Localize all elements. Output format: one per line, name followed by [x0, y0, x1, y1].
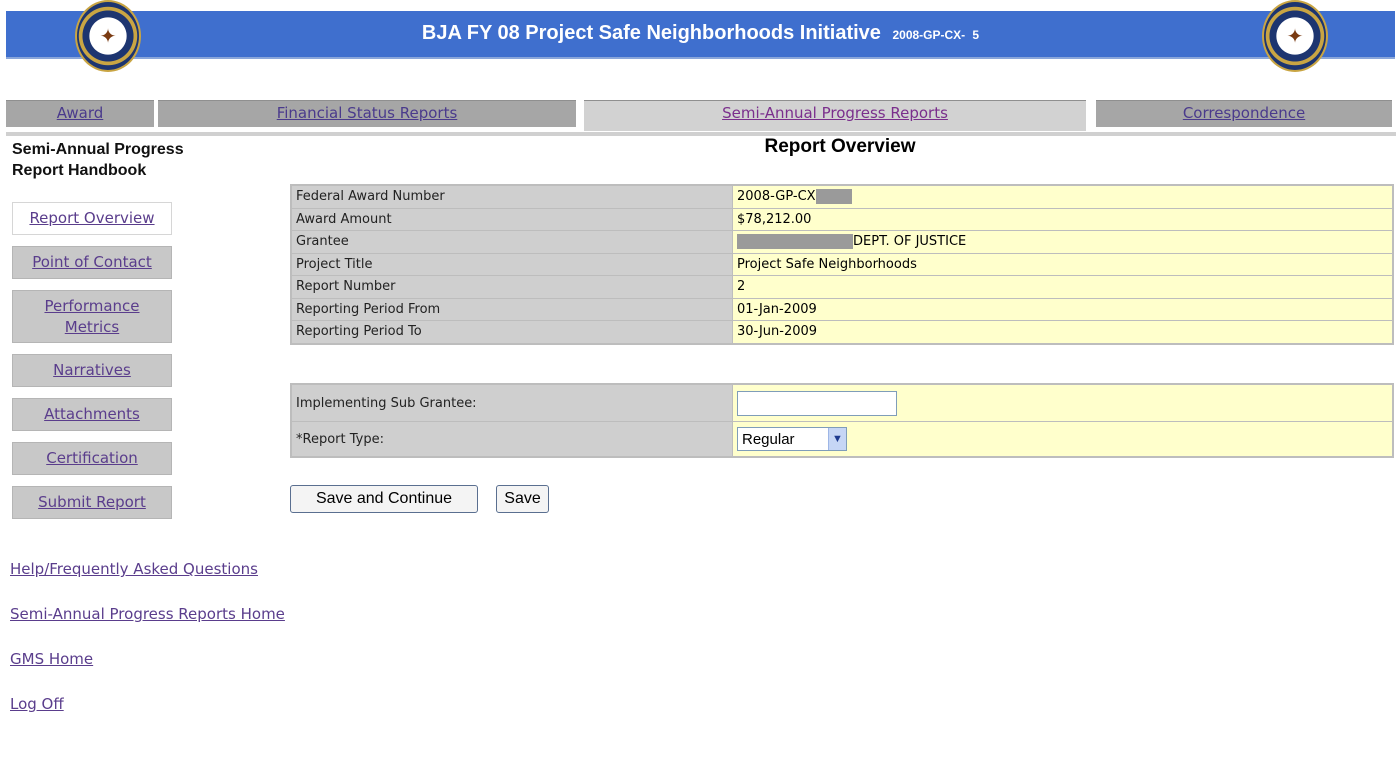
nav-attachments-label[interactable]: Attachments: [44, 404, 140, 425]
gms-home-link[interactable]: GMS Home: [10, 650, 93, 668]
federal-award-number-label: Federal Award Number: [290, 184, 733, 209]
nav-performance-metrics-label-line2[interactable]: Metrics: [65, 317, 119, 338]
nav-performance-metrics-label-line1[interactable]: Performance: [44, 296, 139, 317]
table-row: Reporting Period From 01-Jan-2009: [290, 297, 1394, 321]
tab-financial-status-reports-label[interactable]: Financial Status Reports: [277, 104, 458, 122]
help-faq-link[interactable]: Help/Frequently Asked Questions: [10, 560, 258, 578]
office-of-justice-programs-seal-icon: ✦: [1262, 0, 1328, 72]
award-amount-value: $78,212.00: [732, 207, 1394, 231]
tab-semi-annual-progress-reports-label[interactable]: Semi-Annual Progress Reports: [722, 104, 948, 122]
page-title: Report Overview: [764, 136, 916, 157]
save-and-continue-button[interactable]: Save and Continue: [290, 485, 478, 513]
handbook-title[interactable]: Semi-Annual Progress Report Handbook: [12, 139, 184, 181]
report-number-value: 2: [732, 275, 1394, 299]
table-row: Grantee DEPT. OF JUSTICE: [290, 230, 1394, 254]
nav-point-of-contact[interactable]: Point of Contact: [12, 246, 172, 279]
page-banner-title: BJA FY 08 Project Safe Neighborhoods Ini…: [6, 22, 1395, 45]
sub-grantee-label: Implementing Sub Grantee:: [290, 383, 733, 422]
table-row: Federal Award Number 2008-GP-CX: [290, 184, 1394, 209]
federal-award-number-value-cell: 2008-GP-CX: [732, 184, 1394, 209]
tab-correspondence[interactable]: Correspondence: [1096, 100, 1392, 127]
nav-certification-label[interactable]: Certification: [46, 448, 138, 469]
nav-performance-metrics[interactable]: Performance Metrics: [12, 290, 172, 343]
table-row: Implementing Sub Grantee:: [290, 383, 1394, 422]
reporting-period-to-label: Reporting Period To: [290, 320, 733, 344]
nav-report-overview-label[interactable]: Report Overview: [29, 208, 154, 229]
top-tab-bar: Award Financial Status Reports Semi-Annu…: [6, 100, 1396, 136]
chevron-down-icon[interactable]: ▼: [828, 428, 846, 450]
table-row: *Report Type: Regular ▼: [290, 421, 1394, 458]
nav-submit-report[interactable]: Submit Report: [12, 486, 172, 519]
sub-grantee-input[interactable]: [737, 390, 897, 416]
redaction-block: [737, 234, 853, 250]
nav-certification[interactable]: Certification: [12, 442, 172, 475]
log-off-link[interactable]: Log Off: [10, 695, 64, 713]
report-type-cell: Regular ▼: [732, 421, 1394, 458]
reporting-period-from-label: Reporting Period From: [290, 297, 733, 321]
nav-point-of-contact-label[interactable]: Point of Contact: [32, 252, 152, 273]
tab-correspondence-label[interactable]: Correspondence: [1183, 104, 1305, 122]
table-row: Report Number 2: [290, 275, 1394, 299]
semi-annual-reports-home-link[interactable]: Semi-Annual Progress Reports Home: [10, 605, 285, 623]
handbook-title-line2[interactable]: Report Handbook: [12, 160, 184, 181]
report-form-table: Implementing Sub Grantee: *Report Type: …: [290, 383, 1394, 458]
sub-grantee-cell: [732, 383, 1394, 422]
tab-award[interactable]: Award: [6, 100, 154, 127]
handbook-title-line1[interactable]: Semi-Annual Progress: [12, 139, 184, 160]
nav-submit-report-label[interactable]: Submit Report: [38, 492, 146, 513]
reporting-period-from-value: 01-Jan-2009: [732, 297, 1394, 321]
federal-award-number-value: 2008-GP-CX: [737, 189, 816, 205]
grant-number: 2008-GP-CX- 5: [892, 28, 980, 42]
award-amount-label: Award Amount: [290, 207, 733, 231]
nav-narratives[interactable]: Narratives: [12, 354, 172, 387]
tab-semi-annual-progress-reports[interactable]: Semi-Annual Progress Reports: [584, 100, 1086, 131]
report-type-selected-value[interactable]: Regular: [738, 431, 828, 448]
tab-award-label[interactable]: Award: [57, 104, 104, 122]
nav-attachments[interactable]: Attachments: [12, 398, 172, 431]
tab-financial-status-reports[interactable]: Financial Status Reports: [158, 100, 576, 127]
header-banner: BJA FY 08 Project Safe Neighborhoods Ini…: [6, 11, 1395, 59]
report-number-label: Report Number: [290, 275, 733, 299]
program-title: BJA FY 08 Project Safe Neighborhoods Ini…: [421, 22, 881, 44]
doj-seal-icon: ✦: [75, 0, 141, 72]
reporting-period-to-value: 30-Jun-2009: [732, 320, 1394, 344]
save-button[interactable]: Save: [496, 485, 549, 513]
table-row: Reporting Period To 30-Jun-2009: [290, 320, 1394, 344]
nav-report-overview[interactable]: Report Overview: [12, 202, 172, 235]
project-title-label: Project Title: [290, 252, 733, 276]
project-title-value: Project Safe Neighborhoods: [732, 252, 1394, 276]
report-overview-table: Federal Award Number 2008-GP-CX Award Am…: [290, 184, 1394, 345]
grantee-value-cell: DEPT. OF JUSTICE: [732, 230, 1394, 254]
table-row: Project Title Project Safe Neighborhoods: [290, 252, 1394, 276]
report-type-select[interactable]: Regular ▼: [737, 427, 847, 451]
report-type-label: *Report Type:: [290, 421, 733, 458]
redaction-block: [815, 189, 852, 205]
grantee-label: Grantee: [290, 230, 733, 254]
grantee-value: DEPT. OF JUSTICE: [853, 234, 967, 250]
nav-narratives-label[interactable]: Narratives: [53, 360, 131, 381]
table-row: Award Amount $78,212.00: [290, 207, 1394, 231]
